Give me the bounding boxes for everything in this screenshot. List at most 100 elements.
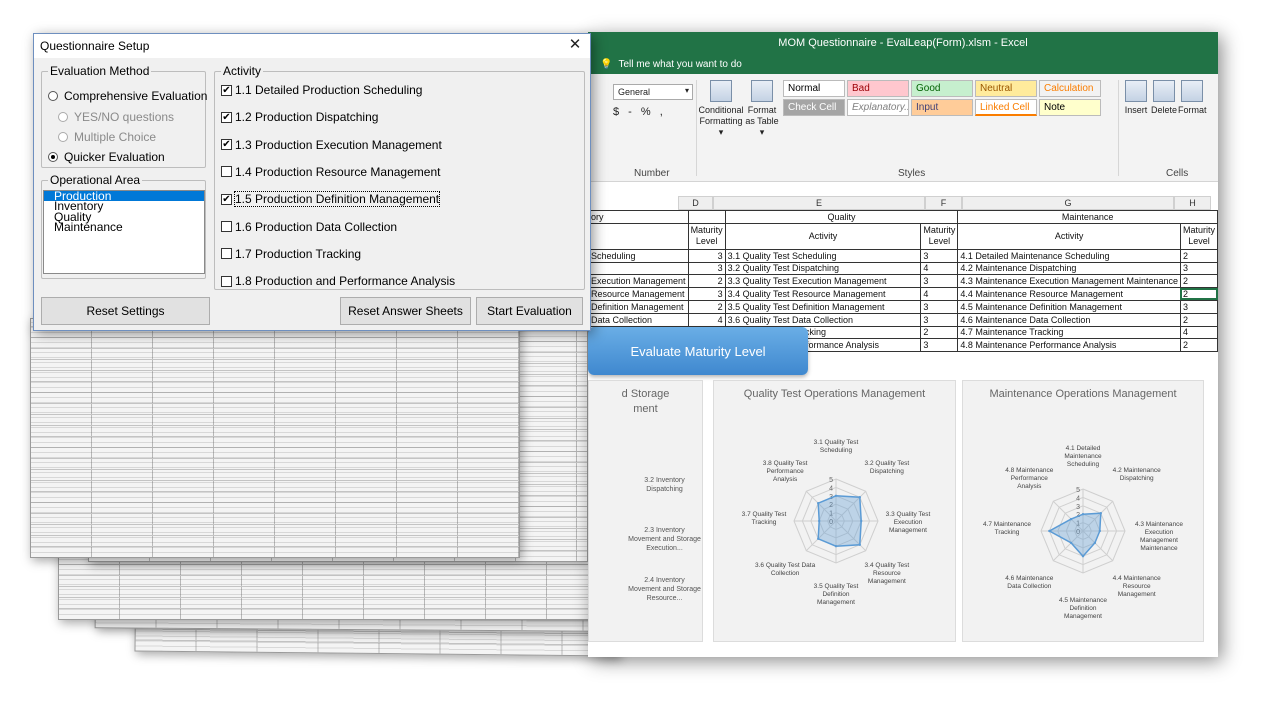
table-cell[interactable]: 4.4 Maintenance Resource Management bbox=[957, 287, 1181, 301]
table-cell[interactable]: 3.4 Quality Test Resource Management bbox=[724, 287, 922, 301]
checkbox-icon[interactable]: ✔ bbox=[221, 193, 232, 205]
table-cell[interactable]: 2 bbox=[687, 274, 726, 289]
reset-answer-sheets-button[interactable]: Reset Answer Sheets bbox=[340, 297, 471, 325]
table-cell[interactable]: 3 bbox=[920, 338, 959, 353]
table-cell[interactable]: 4.5 Maintenance Definition Management bbox=[957, 299, 1181, 314]
cell-style-option[interactable]: Bad bbox=[847, 80, 909, 97]
table-cell[interactable]: 3.2 Quality Test Dispatching bbox=[724, 261, 922, 276]
conditional-formatting-button[interactable]: Conditional Formatting ▾ bbox=[698, 80, 744, 138]
table-cell[interactable]: 2 bbox=[1179, 338, 1218, 353]
table-cell[interactable]: 3 bbox=[1179, 261, 1218, 276]
insert-button[interactable]: Insert bbox=[1122, 80, 1150, 116]
activity-checkbox[interactable]: ✔ 1.1 Detailed Production Scheduling bbox=[221, 83, 422, 97]
column-header-d[interactable]: D bbox=[678, 196, 713, 210]
maturity-level-header[interactable]: Maturity Level bbox=[920, 222, 959, 250]
tell-me-bar[interactable]: 💡 Tell me what you want to do bbox=[588, 54, 1218, 74]
checkbox-icon[interactable] bbox=[221, 248, 232, 260]
table-cell[interactable]: 4.3 Maintenance Execution Management Mai… bbox=[957, 274, 1181, 289]
evaluation-method-radio[interactable]: Comprehensive Evaluation bbox=[48, 89, 207, 103]
column-header-g[interactable]: G bbox=[962, 196, 1174, 210]
table-cell[interactable]: 4 bbox=[920, 287, 959, 301]
table-cell[interactable]: 3 bbox=[687, 287, 726, 301]
cell-style-option[interactable]: Calculation bbox=[1039, 80, 1101, 97]
table-cell[interactable]: 3 bbox=[920, 299, 959, 314]
column-header-e[interactable]: E bbox=[713, 196, 925, 210]
table-cell[interactable]: 4.8 Maintenance Performance Analysis bbox=[957, 338, 1181, 353]
close-icon[interactable]: ✕ bbox=[566, 36, 584, 54]
cell-style-option[interactable]: Note bbox=[1039, 99, 1101, 116]
cell-style-option[interactable]: Explanatory... bbox=[847, 99, 909, 116]
table-cell[interactable]: 2 bbox=[1179, 312, 1218, 327]
checkbox-icon[interactable] bbox=[221, 221, 232, 232]
table-cell[interactable] bbox=[588, 222, 689, 250]
table-cell[interactable]: 4.6 Maintenance Data Collection bbox=[957, 312, 1181, 327]
column-header-f[interactable]: F bbox=[925, 196, 962, 210]
activity-header[interactable]: Activity bbox=[957, 222, 1181, 250]
activity-checkbox[interactable]: 1.7 Production Tracking bbox=[221, 247, 361, 261]
table-cell[interactable]: 3.5 Quality Test Definition Management bbox=[724, 299, 922, 314]
cell-style-option[interactable]: Linked Cell bbox=[975, 99, 1037, 116]
table-cell[interactable]: 2 bbox=[687, 299, 726, 314]
table-cell[interactable]: 3 bbox=[920, 274, 959, 289]
table-cell[interactable]: 3 bbox=[1179, 299, 1218, 314]
table-cell[interactable]: Scheduling bbox=[588, 248, 689, 263]
cell-style-option[interactable]: Input bbox=[911, 99, 973, 116]
radio-button-icon[interactable] bbox=[48, 152, 58, 162]
table-cell[interactable]: 3.6 Quality Test Data Collection bbox=[724, 312, 922, 327]
format-button[interactable]: Format bbox=[1178, 80, 1207, 116]
table-cell[interactable]: 2 bbox=[1179, 248, 1218, 263]
table-cell[interactable]: 2 bbox=[1179, 287, 1218, 301]
radio-button-icon[interactable] bbox=[48, 91, 58, 101]
delete-button[interactable]: Delete bbox=[1150, 80, 1178, 116]
maturity-level-header[interactable]: Maturity Level bbox=[1179, 222, 1218, 250]
start-evaluation-button[interactable]: Start Evaluation bbox=[476, 297, 583, 325]
table-cell[interactable]: 3.1 Quality Test Scheduling bbox=[724, 248, 922, 263]
checkbox-icon[interactable]: ✔ bbox=[221, 84, 232, 96]
activity-checkbox[interactable]: ✔ 1.2 Production Dispatching bbox=[221, 110, 378, 124]
table-cell[interactable]: Data Collection bbox=[588, 312, 689, 327]
table-cell[interactable]: 3 bbox=[687, 261, 726, 276]
reset-settings-button[interactable]: Reset Settings bbox=[41, 297, 210, 325]
table-cell[interactable]: Execution Management bbox=[588, 274, 689, 289]
table-cell[interactable]: Resource Management bbox=[588, 287, 689, 301]
table-cell[interactable] bbox=[687, 210, 726, 224]
checkbox-icon[interactable]: ✔ bbox=[221, 111, 232, 123]
operational-area-list[interactable]: Production Inventory Quality Maintenance bbox=[43, 190, 205, 274]
activity-checkbox[interactable]: ✔ 1.3 Production Execution Management bbox=[221, 138, 442, 152]
evaluation-method-radio[interactable]: Quicker Evaluation bbox=[48, 150, 165, 164]
table-cell[interactable]: 3.3 Quality Test Execution Management bbox=[724, 274, 922, 289]
dialog-titlebar[interactable]: Questionnaire Setup ✕ bbox=[34, 34, 590, 58]
maturity-level-header[interactable]: Maturity Level bbox=[687, 222, 726, 250]
checkbox-icon[interactable]: ✔ bbox=[221, 139, 232, 151]
checkbox-icon[interactable] bbox=[221, 166, 232, 178]
activity-header[interactable]: Activity bbox=[724, 222, 922, 250]
activity-checkbox[interactable]: 1.8 Production and Performance Analysis bbox=[221, 274, 455, 288]
table-cell[interactable]: 4 bbox=[920, 261, 959, 276]
cell-style-option[interactable]: Good bbox=[911, 80, 973, 97]
format-as-table-button[interactable]: Format as Table ▾ bbox=[744, 80, 780, 138]
evaluate-maturity-level-button[interactable]: Evaluate Maturity Level bbox=[588, 327, 808, 375]
table-cell[interactable]: 4.1 Detailed Maintenance Scheduling bbox=[957, 248, 1181, 263]
table-cell[interactable]: 2 bbox=[920, 325, 959, 340]
table-cell[interactable]: 3 bbox=[920, 248, 959, 263]
number-format-buttons[interactable]: $ - % , bbox=[613, 106, 666, 118]
cell-style-option[interactable]: Neutral bbox=[975, 80, 1037, 97]
group-header-left[interactable]: ory bbox=[588, 210, 689, 224]
table-cell[interactable]: 4 bbox=[687, 312, 726, 327]
table-cell[interactable]: 4 bbox=[1179, 325, 1218, 340]
table-cell[interactable] bbox=[588, 261, 689, 276]
group-header-quality[interactable]: Quality bbox=[724, 210, 959, 224]
table-cell[interactable]: 2 bbox=[1179, 274, 1218, 289]
table-cell[interactable]: 3 bbox=[687, 248, 726, 263]
number-format-select[interactable]: General ▾ bbox=[613, 84, 693, 100]
table-cell[interactable]: Definition Management bbox=[588, 299, 689, 314]
cell-style-option[interactable]: Normal bbox=[783, 80, 845, 97]
column-header-h[interactable]: H bbox=[1174, 196, 1211, 210]
checkbox-icon[interactable] bbox=[221, 275, 232, 287]
activity-checkbox[interactable]: 1.4 Production Resource Management bbox=[221, 165, 440, 179]
table-cell[interactable]: 3 bbox=[920, 312, 959, 327]
table-cell[interactable]: 4.7 Maintenance Tracking bbox=[957, 325, 1181, 340]
activity-checkbox[interactable]: ✔ 1.5 Production Definition Management bbox=[221, 191, 441, 208]
group-header-maintenance[interactable]: Maintenance bbox=[957, 210, 1218, 224]
activity-checkbox[interactable]: 1.6 Production Data Collection bbox=[221, 220, 397, 234]
